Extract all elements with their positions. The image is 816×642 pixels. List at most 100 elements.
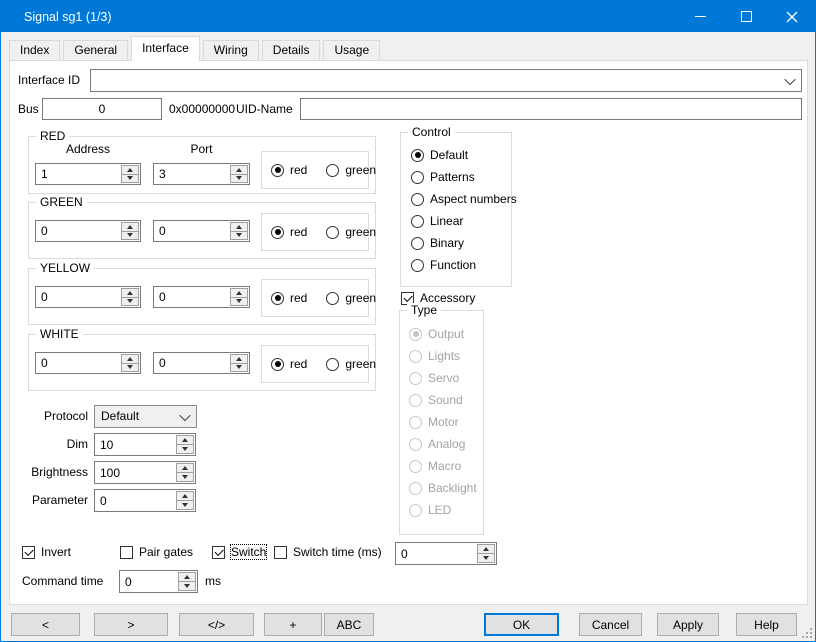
spin-up-button[interactable] [231,166,247,174]
spin-down-button[interactable] [179,581,195,590]
next-button[interactable]: > [94,613,168,636]
switch-checkbox[interactable]: Switch [212,544,266,560]
switch-time-input[interactable] [396,543,476,564]
radio-icon [326,292,339,305]
spin-down-button[interactable] [177,500,193,509]
interface-id-dropdown-button[interactable] [779,70,801,91]
spin-down-button[interactable] [122,231,138,240]
tab-index[interactable]: Index [9,40,60,61]
spin-down-button[interactable] [478,553,494,562]
invert-label: Invert [41,545,71,559]
spin-down-button[interactable] [231,231,247,240]
bus-input[interactable] [42,98,162,120]
control-radio-default[interactable]: Default [411,148,517,162]
spin-up-button[interactable] [122,223,138,231]
dim-spinner [94,433,196,456]
tab-interface[interactable]: Interface [131,36,200,61]
tab-wiring[interactable]: Wiring [203,40,259,61]
red-color-radio-panel: red green [261,151,369,189]
red-radio-red[interactable]: red [271,163,307,177]
spinner-buttons [178,572,196,591]
red-radio-green[interactable]: green [326,163,376,177]
cancel-button[interactable]: Cancel [579,613,642,636]
spin-down-button[interactable] [122,297,138,306]
green-address-input[interactable] [36,221,120,241]
chevron-down-icon [179,409,190,420]
green-radio-green[interactable]: green [326,225,376,239]
spin-up-button[interactable] [478,545,494,553]
spin-up-button[interactable] [177,464,193,472]
resize-grip[interactable] [802,628,812,638]
spin-up-button[interactable] [122,355,138,363]
tab-usage[interactable]: Usage [323,40,380,61]
radio-label: red [290,163,307,177]
spinner-buttons [121,288,139,306]
green-address-spinner [35,220,141,242]
close-button[interactable] [769,1,815,32]
dim-input[interactable] [95,434,175,455]
red-address-input[interactable] [36,164,120,184]
spin-down-button[interactable] [177,444,193,453]
spin-up-button[interactable] [231,289,247,297]
yellow-radio-green[interactable]: green [326,291,376,305]
spin-down-button[interactable] [122,363,138,372]
yellow-address-input[interactable] [36,287,120,307]
yellow-radio-red[interactable]: red [271,291,307,305]
prev-button[interactable]: < [11,613,80,636]
command-time-input[interactable] [120,571,177,592]
uid-name-input[interactable] [300,98,802,120]
control-radio-function[interactable]: Function [411,258,517,272]
add-button[interactable]: + [264,613,322,636]
code-button[interactable]: </> [179,613,254,636]
spin-down-icon [236,233,242,237]
pair-gates-checkbox[interactable]: Pair gates [120,544,193,560]
spin-down-button[interactable] [231,363,247,372]
red-port-input[interactable] [154,164,229,184]
control-radio-patterns[interactable]: Patterns [411,170,517,184]
spin-up-button[interactable] [122,166,138,174]
spin-down-button[interactable] [231,297,247,306]
spin-up-icon [182,438,188,442]
spin-up-button[interactable] [177,436,193,444]
parameter-input[interactable] [95,490,175,511]
spin-down-button[interactable] [177,472,193,481]
white-port-input[interactable] [154,353,229,373]
spin-up-button[interactable] [231,355,247,363]
radio-label: green [345,225,376,239]
spin-down-button[interactable] [122,174,138,183]
green-port-input[interactable] [154,221,229,241]
spin-down-button[interactable] [231,174,247,183]
protocol-combobox[interactable]: Default [94,405,197,428]
white-radio-green[interactable]: green [326,357,376,371]
spin-up-button[interactable] [122,289,138,297]
tab-general[interactable]: General [63,40,128,61]
help-button[interactable]: Help [736,613,797,636]
spin-up-button[interactable] [179,573,195,581]
apply-button[interactable]: Apply [657,613,719,636]
green-radio-red[interactable]: red [271,225,307,239]
invert-checkbox[interactable]: Invert [22,544,71,560]
spin-up-button[interactable] [177,492,193,500]
white-address-input[interactable] [36,353,120,373]
radio-icon [409,416,422,429]
protocol-dropdown-button[interactable] [174,406,196,427]
control-radio-linear[interactable]: Linear [411,214,517,228]
yellow-port-input[interactable] [154,287,229,307]
control-radio-aspect-numbers[interactable]: Aspect numbers [411,192,517,206]
control-options: Default Patterns Aspect numbers Linear B… [411,148,517,272]
white-radio-red[interactable]: red [271,357,307,371]
abc-button[interactable]: ABC [324,613,374,636]
ok-button[interactable]: OK [484,613,559,636]
tab-details[interactable]: Details [262,40,321,61]
brightness-label: Brightness [18,461,88,483]
spin-down-icon [127,176,133,180]
interface-id-input[interactable] [91,70,779,91]
maximize-button[interactable] [723,1,769,32]
spin-up-button[interactable] [231,223,247,231]
control-radio-binary[interactable]: Binary [411,236,517,250]
brightness-input[interactable] [95,462,175,483]
switch-time-checkbox[interactable]: Switch time (ms) [274,544,382,560]
switch-label: Switch [231,545,266,559]
minimize-button[interactable] [677,1,723,32]
radio-label: Linear [430,214,463,228]
